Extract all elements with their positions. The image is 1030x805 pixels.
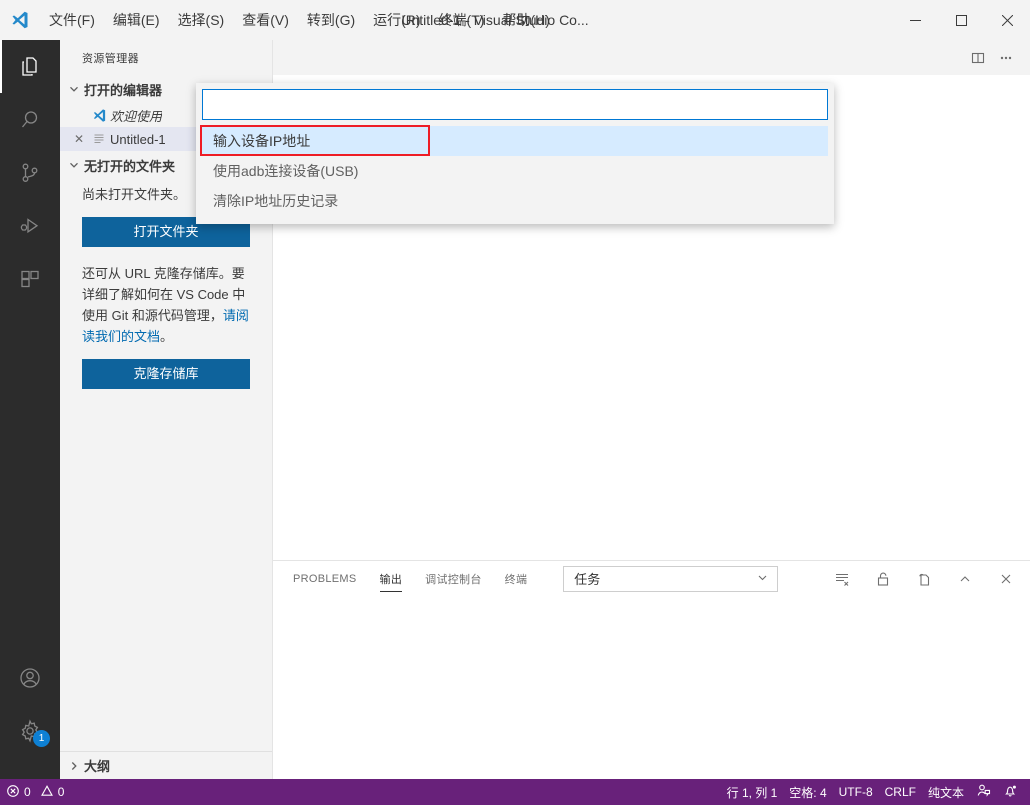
quickpick-item-adb-usb[interactable]: 使用adb连接设备(USB) (202, 156, 828, 186)
source-control-icon (18, 161, 42, 185)
sidebar-title: 资源管理器 (82, 52, 139, 65)
activitybar-explorer[interactable] (0, 40, 60, 93)
menu-terminal[interactable]: 终端(T) (430, 0, 494, 40)
status-problems[interactable]: 0 0 (0, 779, 70, 805)
menu-file[interactable]: 文件(F) (40, 0, 104, 40)
panel-tab-debug-console[interactable]: 调试控制台 (425, 561, 482, 596)
vscode-window: 文件(F) 编辑(E) 选择(S) 查看(V) 转到(G) 运行(R) 终端(T… (0, 0, 1030, 805)
open-editor-untitled-1-label: Untitled-1 (110, 131, 166, 147)
section-outline-label: 大纲 (84, 759, 111, 774)
clone-desc-part2: 。 (160, 329, 174, 344)
panel-tab-output[interactable]: 输出 (379, 561, 403, 596)
settings-badge: 1 (33, 730, 50, 747)
feedback-icon (976, 783, 991, 801)
activitybar-extensions[interactable] (0, 252, 60, 305)
activity-bar-bottom: 1 (0, 651, 60, 779)
panel-tab-problems[interactable]: PROBLEMS (293, 561, 357, 596)
chevron-down-icon (66, 81, 82, 97)
title-bar: 文件(F) 编辑(E) 选择(S) 查看(V) 转到(G) 运行(R) 终端(T… (0, 0, 1030, 40)
close-editor-icon[interactable]: ✕ (70, 132, 88, 146)
activitybar-accounts[interactable] (0, 651, 60, 704)
account-icon (17, 665, 43, 691)
menu-edit[interactable]: 编辑(E) (104, 0, 169, 40)
clear-output-icon[interactable] (828, 565, 856, 593)
quick-pick-input[interactable] (202, 89, 828, 120)
close-button[interactable] (984, 0, 1030, 40)
quickpick-item-enter-ip[interactable]: 输入设备IP地址 (202, 126, 828, 156)
warning-count: 0 (57, 785, 65, 799)
quick-pick-bottom-padding (202, 216, 828, 224)
chevron-down-icon (756, 571, 769, 587)
status-bar: 0 0 行 1, 列 1 空格: 4 UTF-8 CRLF 纯文本 (0, 779, 1030, 805)
run-and-debug-icon (18, 214, 42, 238)
activitybar-source-control[interactable] (0, 146, 60, 199)
menu-view[interactable]: 查看(V) (233, 0, 298, 40)
extensions-icon (18, 267, 42, 291)
error-icon (6, 784, 20, 801)
status-eol[interactable]: CRLF (879, 779, 922, 805)
clone-repository-button[interactable]: 克隆存储库 (82, 359, 250, 389)
activity-bar-top (0, 40, 60, 305)
vscode-logo-icon (0, 0, 40, 40)
open-in-editor-icon[interactable] (910, 565, 938, 593)
quick-pick-input-wrap (202, 89, 828, 120)
split-editor-icon[interactable] (964, 44, 992, 72)
menu-bar: 文件(F) 编辑(E) 选择(S) 查看(V) 转到(G) 运行(R) 终端(T… (40, 0, 559, 40)
status-indentation[interactable]: 空格: 4 (783, 779, 832, 805)
error-count: 0 (24, 785, 31, 799)
status-language-mode[interactable]: 纯文本 (922, 779, 970, 805)
menu-go[interactable]: 转到(G) (298, 0, 364, 40)
maximize-panel-icon[interactable] (951, 565, 979, 593)
status-bar-right: 行 1, 列 1 空格: 4 UTF-8 CRLF 纯文本 (721, 779, 1024, 805)
activitybar-run-debug[interactable] (0, 199, 60, 252)
warning-icon (40, 784, 54, 801)
workbench-body: 1 资源管理器 打开的编辑器 欢迎使用 ✕ Untitled-1 无打开的文件夹… (0, 40, 1030, 779)
quickpick-item-clear-history[interactable]: 清除IP地址历史记录 (202, 186, 828, 216)
bottom-panel: PROBLEMS 输出 调试控制台 终端 任务 (273, 560, 1030, 779)
panel-tab-terminal[interactable]: 终端 (505, 561, 528, 596)
editor-title-bar (273, 40, 1030, 75)
bell-icon (1003, 783, 1018, 801)
output-channel-value: 任务 (574, 572, 601, 587)
close-panel-icon[interactable] (992, 565, 1020, 593)
section-outline[interactable]: 大纲 (60, 751, 272, 779)
status-line-col[interactable]: 行 1, 列 1 (721, 779, 784, 805)
status-notifications[interactable] (997, 779, 1024, 805)
search-icon (18, 108, 42, 132)
menu-run[interactable]: 运行(R) (364, 0, 429, 40)
status-feedback[interactable] (970, 779, 997, 805)
panel-header: PROBLEMS 输出 调试控制台 终端 任务 (273, 561, 1030, 596)
quick-pick-list: 输入设备IP地址 使用adb连接设备(USB) 清除IP地址历史记录 (202, 126, 828, 216)
activitybar-settings[interactable]: 1 (0, 704, 60, 757)
panel-actions (815, 565, 1030, 593)
activitybar-search[interactable] (0, 93, 60, 146)
activity-bar: 1 (0, 40, 60, 779)
more-actions-icon[interactable] (992, 44, 1020, 72)
section-no-folder-label: 无打开的文件夹 (84, 158, 176, 174)
menu-selection[interactable]: 选择(S) (169, 0, 234, 40)
minimize-button[interactable] (892, 0, 938, 40)
open-editor-welcome-label: 欢迎使用 (110, 108, 163, 124)
vscode-logo-icon (88, 108, 110, 123)
status-bar-left: 0 0 (0, 779, 70, 805)
files-icon (18, 55, 42, 79)
clone-desc-part1: 还可从 URL 克隆存储库。要详细了解如何在 VS Code 中使用 Git 和… (82, 266, 246, 323)
output-channel-select[interactable]: 任务 (563, 565, 779, 592)
quick-pick: 输入设备IP地址 使用adb连接设备(USB) 清除IP地址历史记录 (196, 83, 834, 224)
menu-help[interactable]: 帮助(H) (493, 0, 558, 40)
section-open-editors-label: 打开的编辑器 (84, 82, 163, 98)
status-encoding[interactable]: UTF-8 (833, 779, 879, 805)
lock-scrolling-icon[interactable] (869, 565, 897, 593)
panel-output-content[interactable] (273, 596, 1030, 779)
window-controls (892, 0, 1030, 40)
chevron-down-icon (66, 157, 82, 173)
clone-repo-description: 还可从 URL 克隆存储库。要详细了解如何在 VS Code 中使用 Git 和… (60, 259, 272, 347)
file-icon (88, 132, 110, 146)
maximize-button[interactable] (938, 0, 984, 40)
chevron-right-icon (66, 758, 82, 774)
